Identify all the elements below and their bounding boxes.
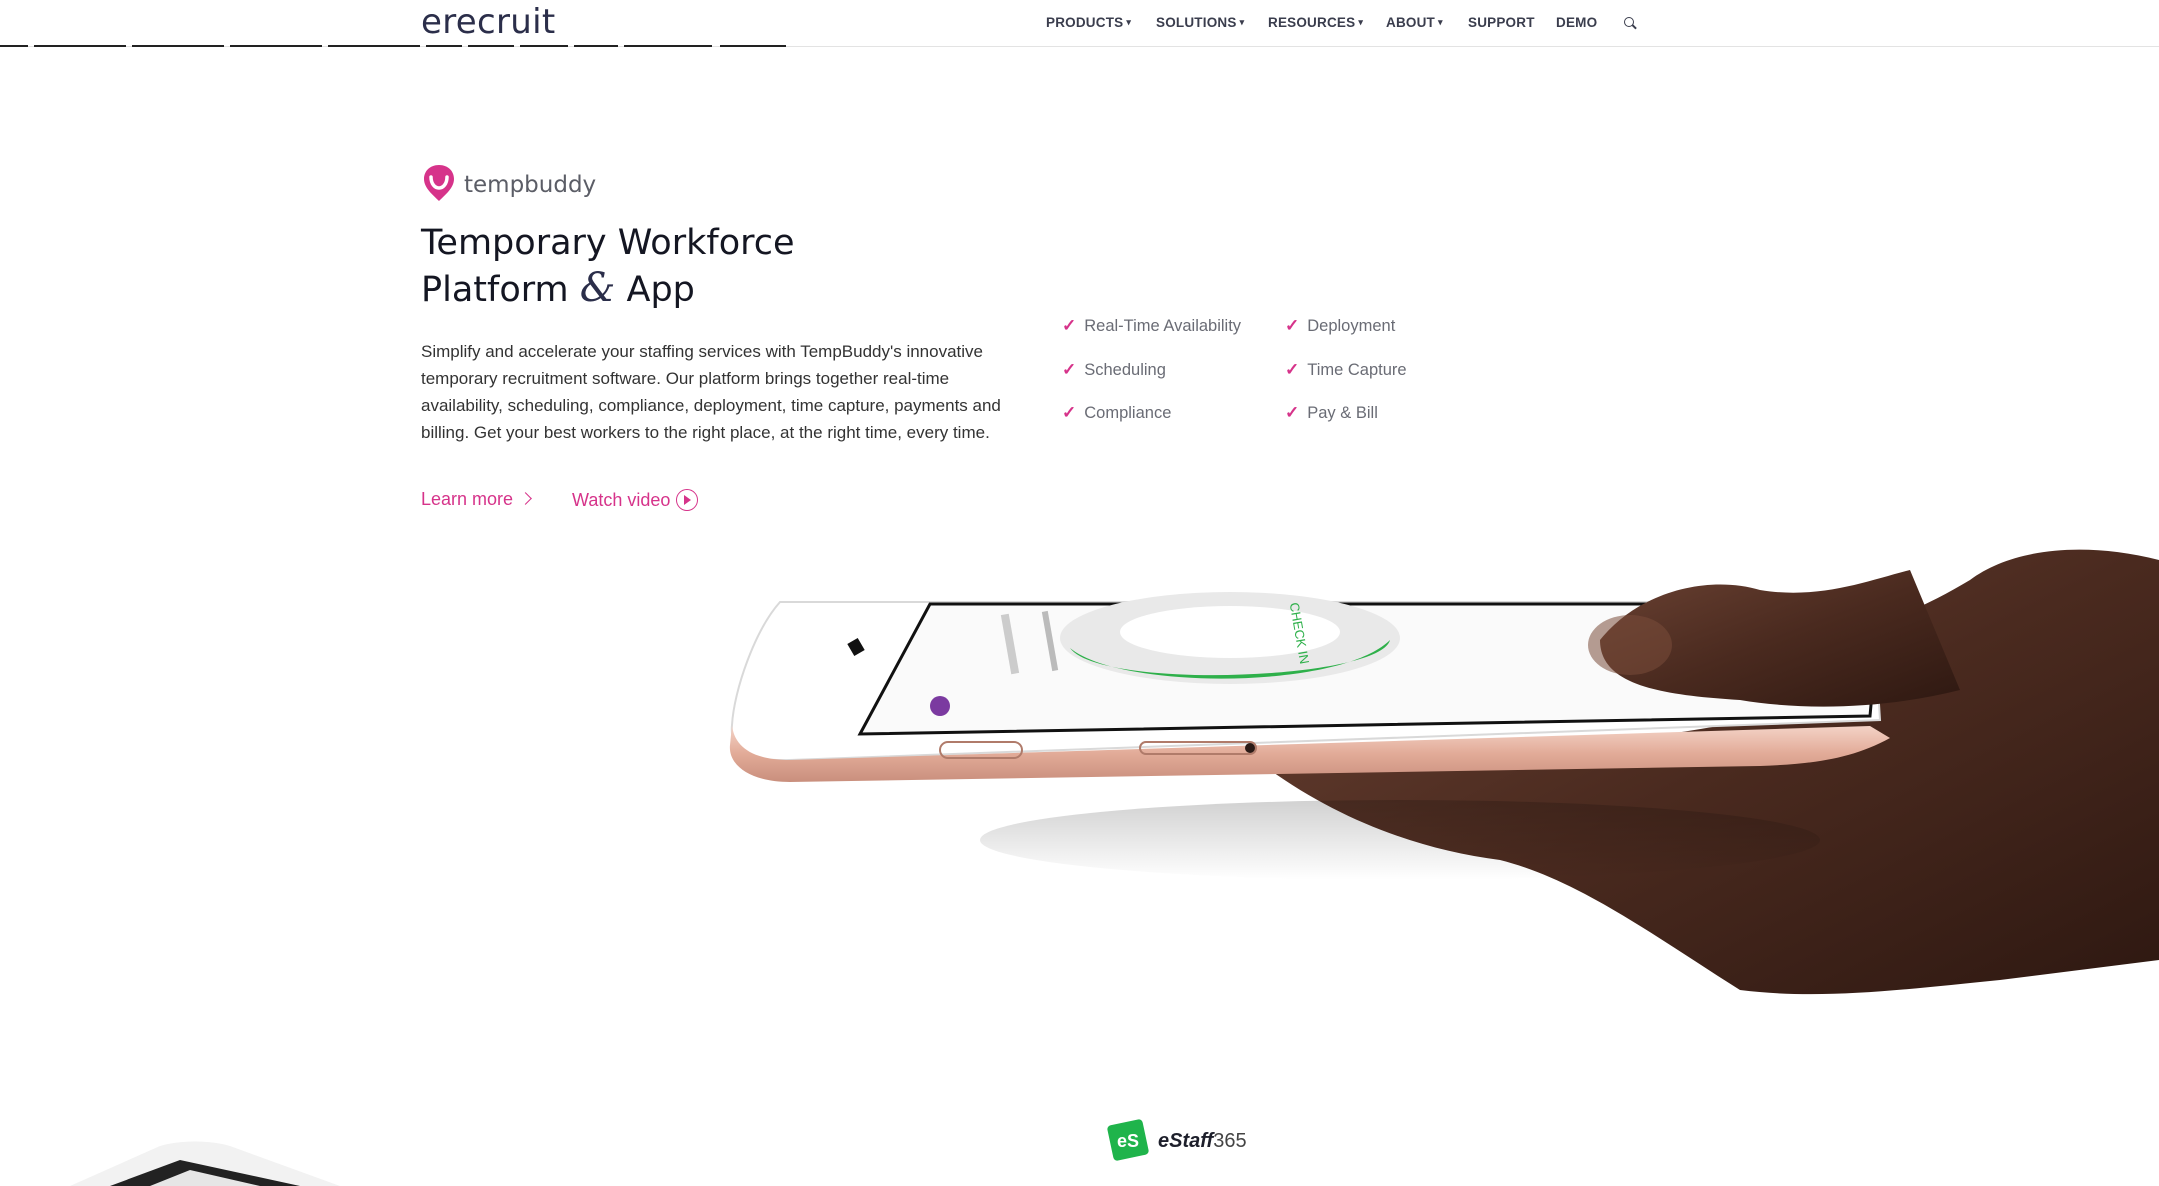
estaff-name: eStaff365: [1158, 1130, 1247, 1153]
feature-label: Real-Time Availability: [1084, 317, 1242, 335]
check-icon: ✓: [1062, 403, 1077, 422]
check-icon: ✓: [1285, 360, 1300, 379]
nav-products[interactable]: PRODUCTS ▾: [1046, 15, 1131, 30]
check-icon: ✓: [1062, 360, 1077, 379]
product-description: Simplify and accelerate your staffing se…: [421, 342, 1001, 442]
check-icon: ✓: [1285, 403, 1300, 422]
estaff-badge-icon: eS: [1107, 1119, 1149, 1161]
nav-solutions-label: SOLUTIONS: [1156, 15, 1237, 30]
feature-label: Deployment: [1307, 317, 1396, 335]
caret-down-icon: ▾: [1358, 17, 1364, 27]
feature-item: ✓ Scheduling: [1062, 360, 1166, 380]
tempbuddy-name: tempbuddy: [464, 172, 597, 198]
headline-app: App: [626, 270, 695, 310]
feature-label: Compliance: [1084, 404, 1172, 422]
headline-amp: &: [579, 265, 616, 311]
feature-label: Time Capture: [1307, 361, 1407, 379]
laptop-device-image: [70, 1141, 340, 1186]
caret-down-icon: ▾: [1126, 17, 1132, 27]
play-circle-icon: [676, 489, 699, 511]
feature-item: ✓ Deployment: [1285, 316, 1395, 336]
feature-label: Scheduling: [1084, 361, 1166, 379]
caret-down-icon: ▾: [1239, 17, 1245, 27]
nav-support-label: SUPPORT: [1468, 15, 1535, 30]
nav-support[interactable]: SUPPORT: [1468, 15, 1535, 30]
page-title: Temporary Workforce Platform & App: [421, 221, 795, 313]
erecruit-logo[interactable]: erecruit: [421, 2, 555, 42]
tempbuddy-pin-icon: [424, 165, 454, 201]
headline-line1: Temporary Workforce: [421, 223, 795, 263]
caret-down-icon: ▾: [1438, 17, 1443, 27]
check-icon: ✓: [1285, 316, 1300, 335]
nav-about-label: ABOUT: [1386, 15, 1435, 30]
estaff-number: 365: [1213, 1130, 1247, 1152]
nav-products-label: PRODUCTS: [1046, 15, 1124, 30]
estaff-badge-text: eS: [1117, 1131, 1139, 1151]
feature-item: ✓ Compliance: [1062, 403, 1171, 423]
feature-item: ✓ Pay & Bill: [1285, 403, 1378, 423]
nav-resources-label: RESOURCES: [1268, 15, 1356, 30]
learn-more-link[interactable]: Learn more: [421, 489, 532, 510]
loading-strip: [0, 45, 788, 47]
search-icon[interactable]: [1624, 17, 1634, 27]
nav-resources[interactable]: RESOURCES ▾: [1268, 15, 1363, 30]
feature-item: ✓ Real-Time Availability: [1062, 316, 1241, 336]
feature-label: Pay & Bill: [1307, 404, 1378, 422]
headline-line2: Platform & App: [421, 266, 795, 313]
estaff-name-text: eStaff: [1158, 1130, 1214, 1152]
chevron-right-icon: [519, 492, 532, 505]
check-icon: ✓: [1062, 316, 1077, 335]
site-header: erecruit PRODUCTS ▾ SOLUTIONS ▾ RESOURCES ▾…: [0, 0, 2159, 47]
nav-about[interactable]: ABOUT ▾: [1386, 15, 1443, 30]
watch-video-link[interactable]: Watch video: [572, 489, 699, 511]
feature-item: ✓ Time Capture: [1285, 360, 1407, 380]
nav-solutions[interactable]: SOLUTIONS ▾: [1156, 15, 1244, 30]
nav-demo-label: DEMO: [1556, 15, 1598, 30]
watch-video-label: Watch video: [572, 490, 671, 510]
nav-demo[interactable]: DEMO: [1556, 15, 1597, 30]
headline-platform: Platform: [421, 270, 569, 310]
learn-more-label: Learn more: [421, 489, 514, 509]
phone-in-hand-image: CHECK IN: [729, 549, 2159, 995]
